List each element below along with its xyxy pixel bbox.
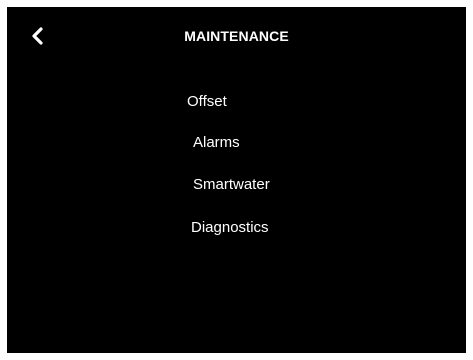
menu-item-alarms[interactable]: Alarms	[193, 134, 240, 152]
menu-item-smartwater[interactable]: Smartwater	[193, 176, 270, 194]
page-title: MAINTENANCE	[184, 28, 289, 44]
maintenance-screen: MAINTENANCE Offset Alarms Smartwater Dia…	[7, 7, 466, 353]
menu-item-offset[interactable]: Offset	[187, 93, 227, 111]
menu-item-diagnostics[interactable]: Diagnostics	[191, 219, 269, 237]
